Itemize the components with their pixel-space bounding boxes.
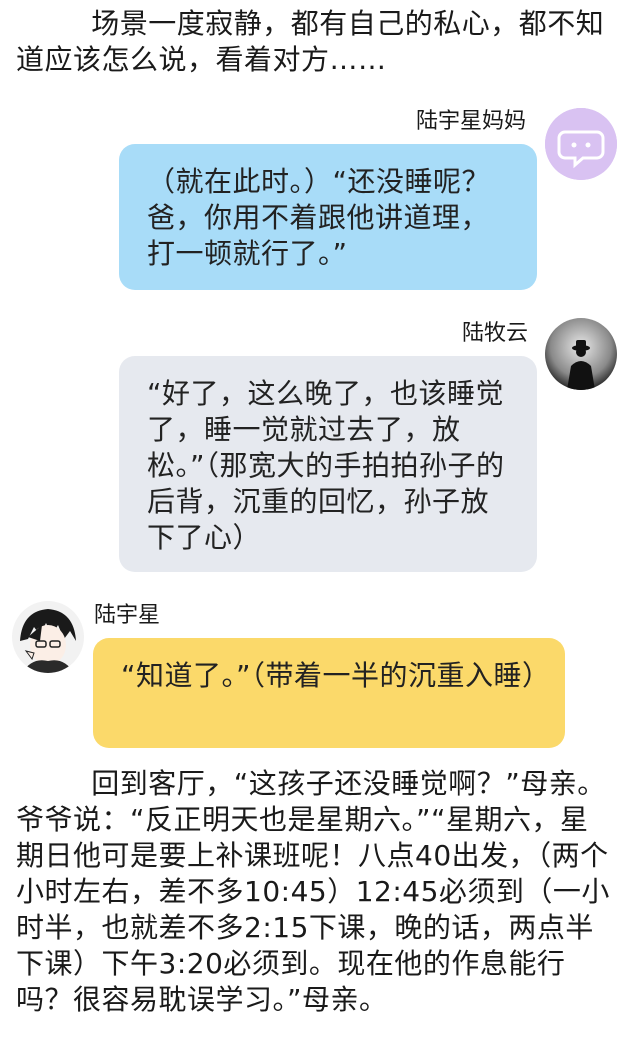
message-bubble-grandfather[interactable]: “好了，这么晚了，也该睡觉了，睡一觉就过去了，放松。”（那宽大的手拍拍孙子的后背… [119, 356, 537, 572]
message-bubble-grandson[interactable]: “知道了。”（带着一半的沉重入睡） [93, 638, 565, 748]
speaker-name-grandfather: 陆牧云 [462, 321, 529, 346]
message-bubble-mother[interactable]: （就在此时。）“还没睡呢？爸，你用不着跟他讲道理，打一顿就行了。” [119, 144, 537, 290]
narration-bottom: 回到客厅，“这孩子还没睡觉啊？”母亲。爷爷说：“反正明天也是星期六。”“星期六，… [16, 767, 610, 1016]
speaker-name-grandson: 陆宇星 [94, 603, 161, 628]
narration-top: 场景一度寂静，都有自己的私心，都不知道应该怎么说，看着对方…… [16, 7, 605, 76]
anime-boy-portrait-icon[interactable] [12, 601, 84, 673]
speaker-name-mother: 陆宇星妈妈 [416, 109, 527, 134]
chat-bubble-face-icon[interactable] [545, 108, 617, 180]
man-in-hat-silhouette-icon[interactable] [545, 318, 617, 390]
